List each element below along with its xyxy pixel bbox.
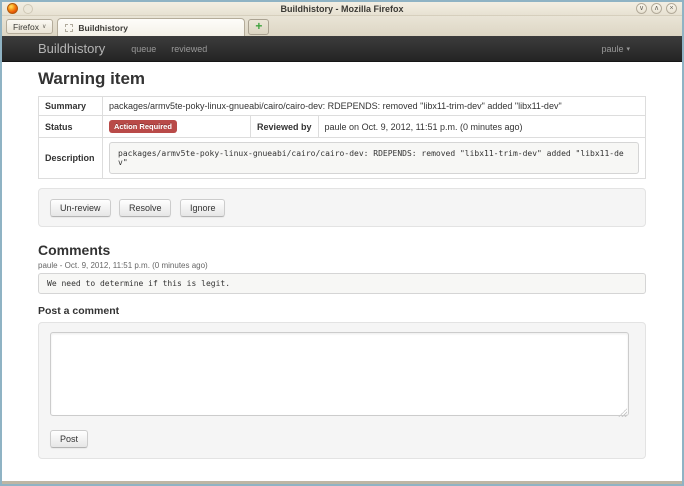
post-comment-panel: Post xyxy=(38,322,646,459)
comment-textarea[interactable] xyxy=(50,332,629,416)
window-bottom-frame xyxy=(2,481,682,484)
tab-strip: Firefox ∨ Buildhistory + xyxy=(2,16,682,36)
firefox-window: Buildhistory - Mozilla Firefox ∨ ∧ × Fir… xyxy=(0,0,684,486)
comments-heading: Comments xyxy=(38,242,646,258)
comment-meta: paule - Oct. 9, 2012, 11:51 p.m. (0 minu… xyxy=(38,261,646,270)
titlebar: Buildhistory - Mozilla Firefox ∨ ∧ × xyxy=(2,2,682,16)
tab-buildhistory[interactable]: Buildhistory xyxy=(57,18,245,36)
browser-viewport: Buildhistory queue reviewed paule ▾ Warn… xyxy=(2,36,682,481)
unreview-button[interactable]: Un-review xyxy=(50,199,111,217)
chevron-down-icon: ∨ xyxy=(42,23,46,30)
page-title: Warning item xyxy=(38,69,646,89)
tab-title: Buildhistory xyxy=(78,23,128,33)
table-row: Summary packages/armv5te-poky-linux-gnue… xyxy=(39,97,646,116)
status-label: Status xyxy=(39,116,103,138)
status-badge: Action Required xyxy=(109,120,177,133)
navbar-brand[interactable]: Buildhistory xyxy=(38,41,105,56)
table-row: Description packages/armv5te-poky-linux-… xyxy=(39,138,646,179)
comment-body: We need to determine if this is legit. xyxy=(38,273,646,294)
page-content: Warning item Summary packages/armv5te-po… xyxy=(2,62,682,481)
tab-favicon-icon xyxy=(65,24,73,32)
reviewed-by-value: paule on Oct. 9, 2012, 11:51 p.m. (0 min… xyxy=(318,116,645,138)
action-bar: Un-review Resolve Ignore xyxy=(38,188,646,227)
status-cell: Action Required xyxy=(103,116,251,138)
site-navbar: Buildhistory queue reviewed paule ▾ xyxy=(2,36,682,62)
maximize-icon[interactable]: ∧ xyxy=(651,3,662,14)
description-cell: packages/armv5te-poky-linux-gnueabi/cair… xyxy=(103,138,646,179)
minimize-icon[interactable]: ∨ xyxy=(636,3,647,14)
description-value: packages/armv5te-poky-linux-gnueabi/cair… xyxy=(109,142,639,174)
resolve-button[interactable]: Resolve xyxy=(119,199,172,217)
firefox-menu-label: Firefox xyxy=(13,22,39,32)
post-button[interactable]: Post xyxy=(50,430,88,448)
table-row: Status Action Required Reviewed by paule… xyxy=(39,116,646,138)
caret-down-icon: ▾ xyxy=(626,45,630,53)
summary-value: packages/armv5te-poky-linux-gnueabi/cair… xyxy=(103,97,646,116)
description-label: Description xyxy=(39,138,103,179)
reviewed-by-label: Reviewed by xyxy=(251,116,319,138)
warning-details-table: Summary packages/armv5te-poky-linux-gnue… xyxy=(38,96,646,179)
post-comment-heading: Post a comment xyxy=(38,305,646,317)
firefox-menu-button[interactable]: Firefox ∨ xyxy=(6,19,53,34)
ignore-button[interactable]: Ignore xyxy=(180,199,226,217)
nav-link-reviewed[interactable]: reviewed xyxy=(171,44,207,54)
user-menu-label: paule xyxy=(601,44,623,54)
close-icon[interactable]: × xyxy=(666,3,677,14)
new-tab-button[interactable]: + xyxy=(248,19,269,35)
nav-link-queue[interactable]: queue xyxy=(131,44,156,54)
window-title: Buildhistory - Mozilla Firefox xyxy=(2,2,682,16)
user-menu[interactable]: paule ▾ xyxy=(601,44,630,54)
summary-label: Summary xyxy=(39,97,103,116)
